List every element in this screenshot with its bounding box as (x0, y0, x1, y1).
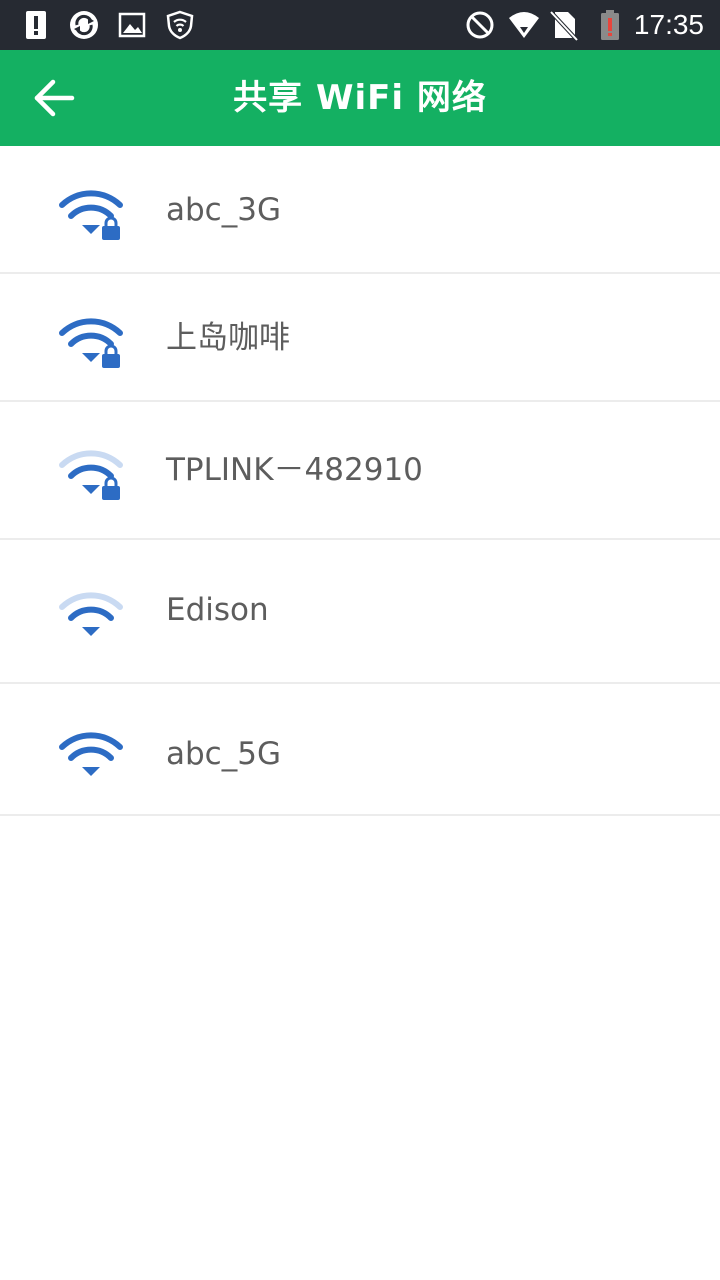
wifi-locked-icon (59, 318, 123, 368)
network-ssid: Edison (166, 592, 269, 628)
wifi-locked-icon (59, 190, 123, 240)
network-ssid: abc_5G (166, 736, 281, 772)
no-sim-icon (549, 10, 579, 41)
do-not-disturb-icon (466, 11, 494, 39)
alert-icon (26, 11, 46, 39)
wifi-locked-icon (59, 450, 123, 500)
wifi-open-icon (59, 732, 123, 776)
network-ssid: TPLINK－482910 (166, 452, 423, 488)
battery-low-icon (601, 10, 619, 40)
sync-icon (70, 11, 98, 39)
network-row[interactable]: 上岛咖啡 (0, 274, 720, 402)
network-list: abc_3G 上岛咖啡 TPLINK－482910 Edison abc_5G (0, 146, 720, 816)
network-row[interactable]: abc_5G (0, 684, 720, 816)
image-icon (118, 12, 146, 38)
wifi-open-icon (59, 592, 123, 636)
wifi-signal-icon (509, 12, 539, 38)
status-time: 17:35 (633, 9, 704, 40)
page-title: 共享 WiFi 网络 (233, 78, 487, 118)
network-row[interactable]: abc_3G (0, 146, 720, 274)
status-bar: 17:35 (0, 0, 720, 50)
app-bar: 共享 WiFi 网络 (0, 50, 720, 146)
shield-icon (166, 10, 194, 40)
network-row[interactable]: TPLINK－482910 (0, 402, 720, 540)
network-ssid: abc_3G (166, 192, 281, 228)
network-ssid: 上岛咖啡 (166, 320, 290, 356)
network-row[interactable]: Edison (0, 540, 720, 684)
